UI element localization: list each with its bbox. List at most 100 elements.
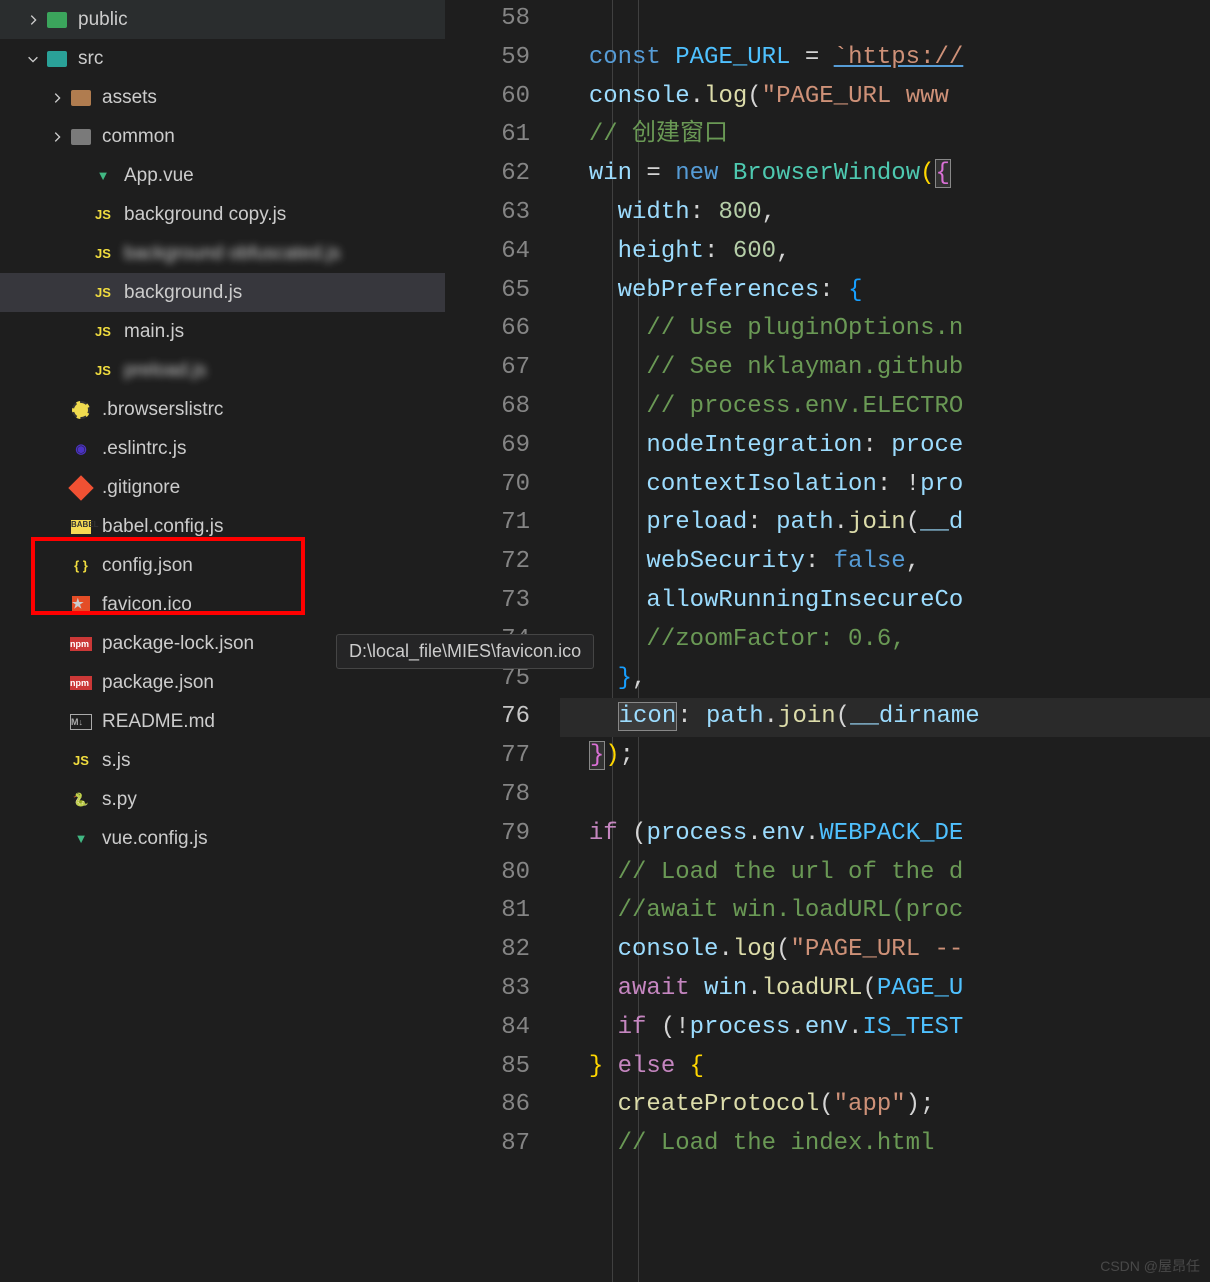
code-line-67[interactable]: // See nklayman.github	[560, 349, 1210, 388]
code-line-85[interactable]: } else {	[560, 1048, 1210, 1087]
browserslist-icon	[70, 399, 92, 421]
tree-label: .gitignore	[102, 477, 180, 499]
tree-label: assets	[102, 87, 157, 109]
chevron-right-icon[interactable]	[48, 128, 66, 146]
tree-item-s-js[interactable]: JS s.js	[0, 741, 445, 780]
code-line-72[interactable]: webSecurity: false,	[560, 543, 1210, 582]
tree-label: background.js	[124, 282, 242, 304]
line-number: 63	[445, 194, 530, 233]
tree-label: App.vue	[124, 165, 194, 187]
code-line-65[interactable]: webPreferences: {	[560, 272, 1210, 311]
js-icon: JS	[92, 360, 114, 382]
code-line-75[interactable]: },	[560, 660, 1210, 699]
code-line-66[interactable]: // Use pluginOptions.n	[560, 310, 1210, 349]
line-number: 71	[445, 504, 530, 543]
line-number: 79	[445, 815, 530, 854]
code-line-60[interactable]: console.log("PAGE_URL www	[560, 78, 1210, 117]
tree-label: README.md	[102, 711, 215, 733]
code-line-68[interactable]: // process.env.ELECTRO	[560, 388, 1210, 427]
line-number: 87	[445, 1125, 530, 1164]
line-number: 76	[445, 698, 530, 737]
line-number: 58	[445, 0, 530, 39]
code-line-59[interactable]: const PAGE_URL = `https://	[560, 39, 1210, 78]
code-line-74[interactable]: //zoomFactor: 0.6,	[560, 621, 1210, 660]
chevron-spacer	[48, 635, 66, 653]
tree-item-App-vue[interactable]: ▼ App.vue	[0, 156, 445, 195]
tree-item-public[interactable]: public	[0, 0, 445, 39]
vue-icon: ▼	[92, 165, 114, 187]
tree-item-babel-config-js[interactable]: BABELbabel.config.js	[0, 507, 445, 546]
chevron-spacer	[70, 245, 88, 263]
code-line-71[interactable]: preload: path.join(__d	[560, 504, 1210, 543]
chevron-spacer	[48, 401, 66, 419]
tree-item-s-py[interactable]: 🐍s.py	[0, 780, 445, 819]
chevron-right-icon[interactable]	[48, 89, 66, 107]
code-line-78[interactable]	[560, 776, 1210, 815]
line-number: 86	[445, 1086, 530, 1125]
tree-label: package-lock.json	[102, 633, 254, 655]
code-line-81[interactable]: //await win.loadURL(proc	[560, 892, 1210, 931]
chevron-spacer	[48, 752, 66, 770]
line-number: 80	[445, 854, 530, 893]
eslint-icon: ◉	[70, 438, 92, 460]
chevron-down-icon[interactable]	[24, 50, 42, 68]
tree-item-common[interactable]: common	[0, 117, 445, 156]
code-line-79[interactable]: if (process.env.WEBPACK_DE	[560, 815, 1210, 854]
tree-label: background copy.js	[124, 204, 286, 226]
code-line-62[interactable]: win = new BrowserWindow({	[560, 155, 1210, 194]
folder-common-icon	[70, 126, 92, 148]
chevron-spacer	[70, 206, 88, 224]
tree-label: s.js	[102, 750, 131, 772]
tree-item-background-copy-js[interactable]: JSbackground copy.js	[0, 195, 445, 234]
code-line-63[interactable]: width: 800,	[560, 194, 1210, 233]
code-line-76[interactable]: icon: path.join(__dirname	[560, 698, 1210, 737]
tree-item-vue-config-js[interactable]: ▼vue.config.js	[0, 819, 445, 858]
code-area[interactable]: const PAGE_URL = `https:// console.log("…	[560, 0, 1210, 1282]
favicon-icon: ★	[70, 594, 92, 616]
code-line-77[interactable]: });	[560, 737, 1210, 776]
tree-item-main-js[interactable]: JSmain.js	[0, 312, 445, 351]
line-number: 81	[445, 892, 530, 931]
chevron-spacer	[48, 479, 66, 497]
code-line-86[interactable]: createProtocol("app");	[560, 1086, 1210, 1125]
code-line-69[interactable]: nodeIntegration: proce	[560, 427, 1210, 466]
code-line-73[interactable]: allowRunningInsecureCo	[560, 582, 1210, 621]
tree-item-background-obfuscated-js[interactable]: JSbackground obfuscated.js	[0, 234, 445, 273]
tree-label: preload.js	[124, 360, 206, 382]
code-line-70[interactable]: contextIsolation: !pro	[560, 466, 1210, 505]
chevron-right-icon[interactable]	[24, 11, 42, 29]
chevron-spacer	[48, 791, 66, 809]
tree-label: public	[78, 9, 128, 31]
chevron-spacer	[70, 323, 88, 341]
code-line-58[interactable]	[560, 0, 1210, 39]
code-line-61[interactable]: // 创建窗口	[560, 116, 1210, 155]
code-line-80[interactable]: // Load the url of the d	[560, 854, 1210, 893]
tree-item--eslintrc-js[interactable]: ◉.eslintrc.js	[0, 429, 445, 468]
tree-item-background-js[interactable]: JSbackground.js	[0, 273, 445, 312]
tree-item--browserslistrc[interactable]: .browserslistrc	[0, 390, 445, 429]
code-line-64[interactable]: height: 600,	[560, 233, 1210, 272]
tree-item-preload-js[interactable]: JS preload.js	[0, 351, 445, 390]
tree-item-assets[interactable]: assets	[0, 78, 445, 117]
line-number: 69	[445, 427, 530, 466]
code-line-83[interactable]: await win.loadURL(PAGE_U	[560, 970, 1210, 1009]
line-number: 61	[445, 116, 530, 155]
tree-item-src[interactable]: src	[0, 39, 445, 78]
js-icon: JS	[70, 750, 92, 772]
tree-item-README-md[interactable]: M↓README.md	[0, 702, 445, 741]
tree-label: favicon.ico	[102, 594, 192, 616]
npm-icon: npm	[70, 672, 92, 694]
line-number: 70	[445, 466, 530, 505]
tree-item-config-json[interactable]: { }config.json	[0, 546, 445, 585]
chevron-spacer	[70, 167, 88, 185]
chevron-spacer	[48, 440, 66, 458]
py-icon: 🐍	[70, 789, 92, 811]
json-icon: { }	[70, 555, 92, 577]
folder-public-icon	[46, 9, 68, 31]
code-line-87[interactable]: // Load the index.html	[560, 1125, 1210, 1164]
tree-item--gitignore[interactable]: .gitignore	[0, 468, 445, 507]
chevron-spacer	[48, 518, 66, 536]
tree-item-favicon-ico[interactable]: ★ favicon.ico	[0, 585, 445, 624]
code-line-84[interactable]: if (!process.env.IS_TEST	[560, 1009, 1210, 1048]
code-line-82[interactable]: console.log("PAGE_URL --	[560, 931, 1210, 970]
